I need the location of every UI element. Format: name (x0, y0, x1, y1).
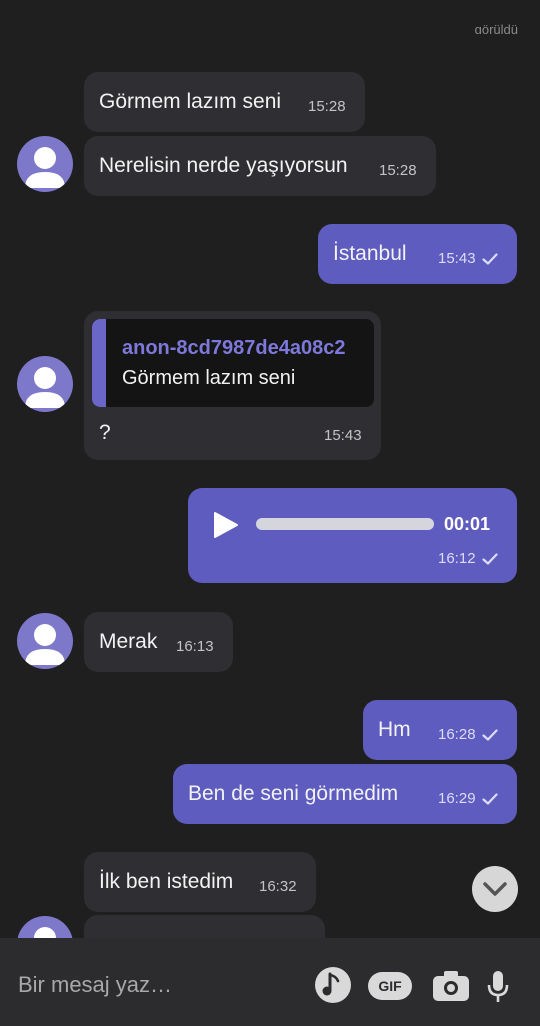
read-check-icon (481, 253, 498, 265)
message-time: 15:28 (308, 98, 346, 115)
user-avatar-icon (25, 147, 65, 188)
message-bubble-incoming[interactable]: İlk ben istedim 16:32 (84, 852, 316, 912)
user-avatar-icon (25, 367, 65, 408)
avatar[interactable] (17, 136, 73, 192)
message-text: İstanbul (333, 242, 407, 265)
avatar[interactable] (17, 356, 73, 412)
message-bubble-outgoing[interactable]: İstanbul 15:43 (318, 224, 517, 284)
reply-quote[interactable]: anon-8cd7987de4a08c2 Görmem lazım seni (92, 319, 374, 407)
chevron-down-icon (483, 882, 507, 896)
message-text: ? (99, 421, 111, 444)
message-bubble-incoming[interactable]: Merak 16:13 (84, 612, 233, 672)
reply-quote-bar (92, 319, 106, 407)
message-text: Görmem lazım seni (99, 90, 282, 113)
play-icon[interactable] (210, 510, 240, 540)
read-check-icon (481, 793, 498, 805)
message-text: İlk ben istedim (99, 870, 234, 893)
message-time: 15:43 (324, 427, 362, 444)
read-check-icon (481, 729, 498, 741)
message-bubble-incoming[interactable]: Görmem lazım seni 15:28 (84, 72, 365, 132)
reply-author: anon-8cd7987de4a08c2 (122, 337, 346, 359)
gif-icon[interactable]: GIF (368, 972, 412, 1000)
voice-progress-track[interactable] (256, 518, 434, 530)
message-time: 15:43 (438, 250, 498, 267)
message-time: 16:32 (259, 878, 297, 895)
reply-text: Görmem lazım seni (122, 367, 296, 389)
message-text: Nerelisin nerde yaşıyorsun (99, 154, 348, 177)
message-text: Hm (378, 718, 411, 741)
gif-label: GIF (378, 978, 402, 994)
message-text: Merak (99, 630, 158, 653)
message-time: 16:28 (438, 726, 498, 743)
seen-label: görüldü (474, 22, 518, 34)
message-time-value: 15:43 (438, 250, 476, 267)
message-time: 15:28 (379, 162, 417, 179)
voice-duration: 00:01 (444, 514, 491, 534)
message-time-value: 16:29 (438, 790, 476, 807)
message-text: Ben de seni görmedim (188, 782, 399, 805)
user-avatar-icon (25, 624, 65, 665)
message-time: 16:29 (438, 790, 498, 807)
voice-message-bubble[interactable]: 00:01 16:12 (188, 488, 517, 583)
message-bubble-outgoing[interactable]: Ben de seni görmedim 16:29 (173, 764, 517, 824)
message-input[interactable]: Bir mesaj yaz… (18, 972, 172, 998)
message-bubble-incoming[interactable]: Nerelisin nerde yaşıyorsun 15:28 (84, 136, 436, 196)
microphone-icon[interactable] (486, 970, 510, 1004)
read-check-icon (481, 553, 498, 565)
message-bubble-outgoing[interactable]: Hm 16:28 (363, 700, 517, 760)
message-time: 16:13 (176, 638, 214, 655)
message-bubble-incoming[interactable]: anon-8cd7987de4a08c2 Görmem lazım seni ?… (84, 311, 381, 460)
scroll-to-bottom-button[interactable] (472, 866, 518, 912)
message-time-value: 16:12 (438, 550, 476, 567)
message-time-value: 16:28 (438, 726, 476, 743)
message-time: 16:12 (438, 550, 498, 567)
camera-icon[interactable] (432, 970, 470, 1002)
message-composer: Bir mesaj yaz… GIF (0, 938, 540, 1026)
sticker-icon[interactable] (314, 966, 352, 1004)
avatar[interactable] (17, 613, 73, 669)
